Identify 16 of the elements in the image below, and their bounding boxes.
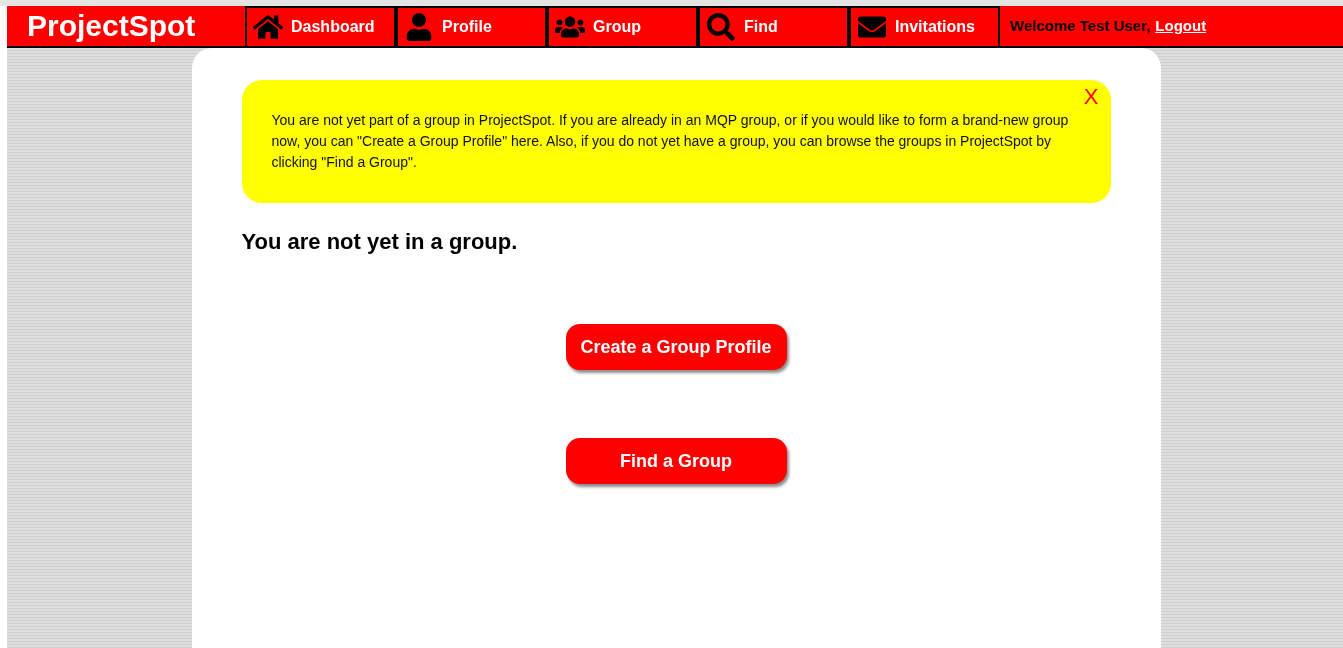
welcome-text: Welcome Test User, (1010, 15, 1151, 36)
person-icon (404, 13, 434, 41)
status-heading: You are not yet in a group. (241, 228, 519, 256)
nav-tab[interactable]: Find (698, 6, 849, 46)
nav-tab[interactable]: Group (547, 6, 698, 46)
close-button[interactable]: X (1083, 86, 1099, 108)
logout-link[interactable]: Logout (1155, 14, 1207, 38)
search-icon (706, 13, 736, 41)
nav-tab[interactable]: Profile (396, 6, 547, 46)
nav-tab[interactable]: Invitations (849, 6, 1000, 46)
home-icon (253, 13, 283, 41)
logo[interactable]: ProjectSpot (27, 11, 196, 41)
alert-message: You are not yet part of a group in ProjectSpot. If you are already in an MQP group, or if you would like to form a brand-new group now, you can "Create a Group Profile" here. Also, if you do not yet have a group, you can browse the groups in ProjectSpot by clicking "Find a Group". (271, 111, 1070, 172)
nav-tab[interactable]: Dashboard (245, 6, 396, 46)
action-button[interactable]: Find a Group (565, 438, 787, 484)
action-button[interactable]: Create a Group Profile (565, 324, 787, 370)
